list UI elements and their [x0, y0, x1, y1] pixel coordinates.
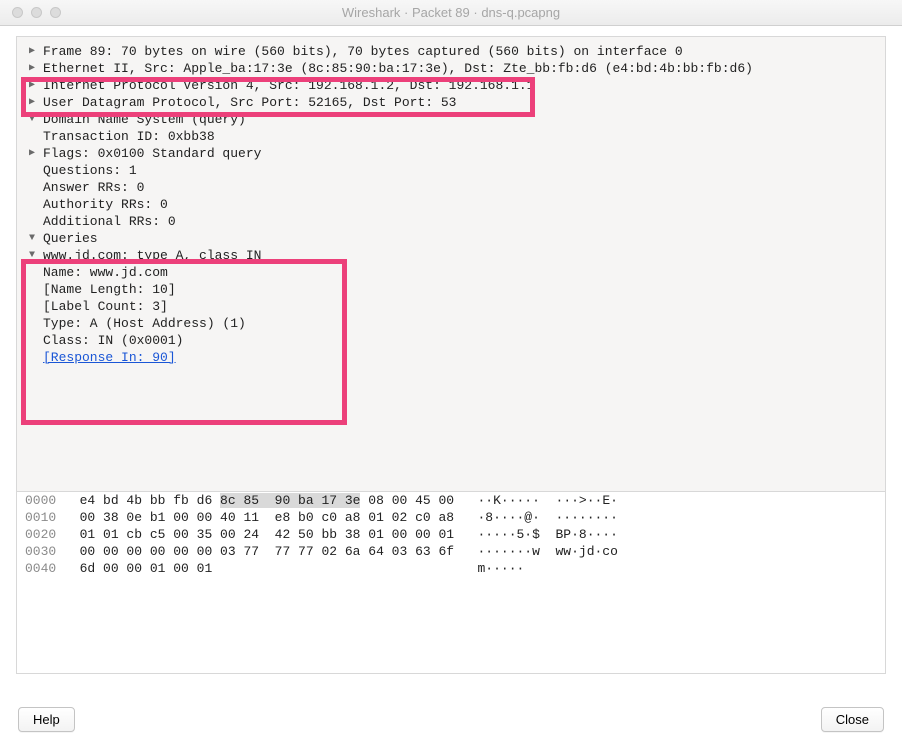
hex-row[interactable]: 0000 e4 bd 4b bb fb d6 8c 85 90 ba 17 3e…: [17, 492, 885, 509]
tree-dns-queries[interactable]: Queries: [17, 230, 885, 247]
tree-dns-query-type[interactable]: Type: A (Host Address) (1): [17, 315, 885, 332]
disclosure-right-icon[interactable]: [25, 94, 39, 111]
tree-ethernet[interactable]: Ethernet II, Src: Apple_ba:17:3e (8c:85:…: [17, 60, 885, 77]
response-in-link[interactable]: [Response In: 90]: [43, 349, 176, 366]
disclosure-down-icon[interactable]: [25, 247, 39, 264]
tree-dns-answer-rrs[interactable]: Answer RRs: 0: [17, 179, 885, 196]
close-button[interactable]: Close: [821, 707, 884, 732]
tree-dns-response-in[interactable]: [Response In: 90]: [17, 349, 885, 366]
tree-dns-additional-rrs[interactable]: Additional RRs: 0: [17, 213, 885, 230]
tree-ip[interactable]: Internet Protocol Version 4, Src: 192.16…: [17, 77, 885, 94]
titlebar: Wireshark · Packet 89 · dns-q.pcapng: [0, 0, 902, 26]
window-title: Wireshark · Packet 89 · dns-q.pcapng: [0, 5, 902, 20]
disclosure-down-icon[interactable]: [25, 230, 39, 247]
tree-dns-query-name[interactable]: Name: www.jd.com: [17, 264, 885, 281]
dialog-footer: Help Close: [0, 707, 902, 732]
tree-dns-authority-rrs[interactable]: Authority RRs: 0: [17, 196, 885, 213]
disclosure-right-icon[interactable]: [25, 60, 39, 77]
tree-dns-questions[interactable]: Questions: 1: [17, 162, 885, 179]
tree-dns[interactable]: Domain Name System (query): [17, 111, 885, 128]
tree-dns-txn[interactable]: Transaction ID: 0xbb38: [17, 128, 885, 145]
disclosure-right-icon[interactable]: [25, 43, 39, 60]
hex-row[interactable]: 0040 6d 00 00 01 00 01 m·····: [17, 560, 885, 577]
tree-dns-query-summary[interactable]: www.jd.com: type A, class IN: [17, 247, 885, 264]
packet-bytes-hex[interactable]: 0000 e4 bd 4b bb fb d6 8c 85 90 ba 17 3e…: [16, 492, 886, 674]
tree-frame[interactable]: Frame 89: 70 bytes on wire (560 bits), 7…: [17, 43, 885, 60]
tree-dns-query-labelcount[interactable]: [Label Count: 3]: [17, 298, 885, 315]
packet-details-tree[interactable]: Frame 89: 70 bytes on wire (560 bits), 7…: [16, 36, 886, 492]
hex-row[interactable]: 0030 00 00 00 00 00 00 03 77 77 77 02 6a…: [17, 543, 885, 560]
help-button[interactable]: Help: [18, 707, 75, 732]
disclosure-right-icon[interactable]: [25, 145, 39, 162]
disclosure-right-icon[interactable]: [25, 77, 39, 94]
hex-row[interactable]: 0020 01 01 cb c5 00 35 00 24 42 50 bb 38…: [17, 526, 885, 543]
tree-dns-flags[interactable]: Flags: 0x0100 Standard query: [17, 145, 885, 162]
tree-dns-query-class[interactable]: Class: IN (0x0001): [17, 332, 885, 349]
hex-row[interactable]: 0010 00 38 0e b1 00 00 40 11 e8 b0 c0 a8…: [17, 509, 885, 526]
tree-udp[interactable]: User Datagram Protocol, Src Port: 52165,…: [17, 94, 885, 111]
content-area: Frame 89: 70 bytes on wire (560 bits), 7…: [0, 36, 902, 674]
tree-dns-query-namelen[interactable]: [Name Length: 10]: [17, 281, 885, 298]
disclosure-down-icon[interactable]: [25, 111, 39, 128]
